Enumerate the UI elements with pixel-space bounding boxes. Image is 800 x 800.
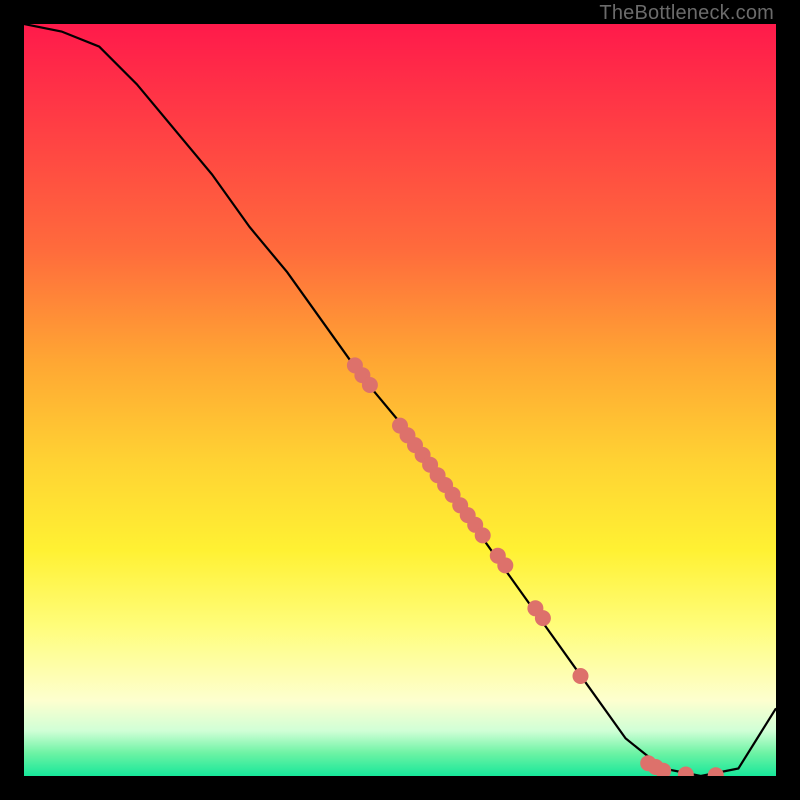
- chart-stage: TheBottleneck.com: [0, 0, 800, 800]
- plot-area: [24, 24, 776, 776]
- data-point: [708, 767, 724, 776]
- curve-layer: [24, 24, 776, 776]
- data-point: [362, 377, 378, 393]
- chart-svg: [24, 24, 776, 776]
- data-point: [475, 527, 491, 543]
- data-point: [497, 557, 513, 573]
- data-point: [535, 610, 551, 626]
- data-point: [573, 668, 589, 684]
- scatter-layer: [347, 357, 724, 776]
- bottleneck-curve: [24, 24, 776, 776]
- data-point: [678, 767, 694, 777]
- watermark-text: TheBottleneck.com: [599, 2, 774, 25]
